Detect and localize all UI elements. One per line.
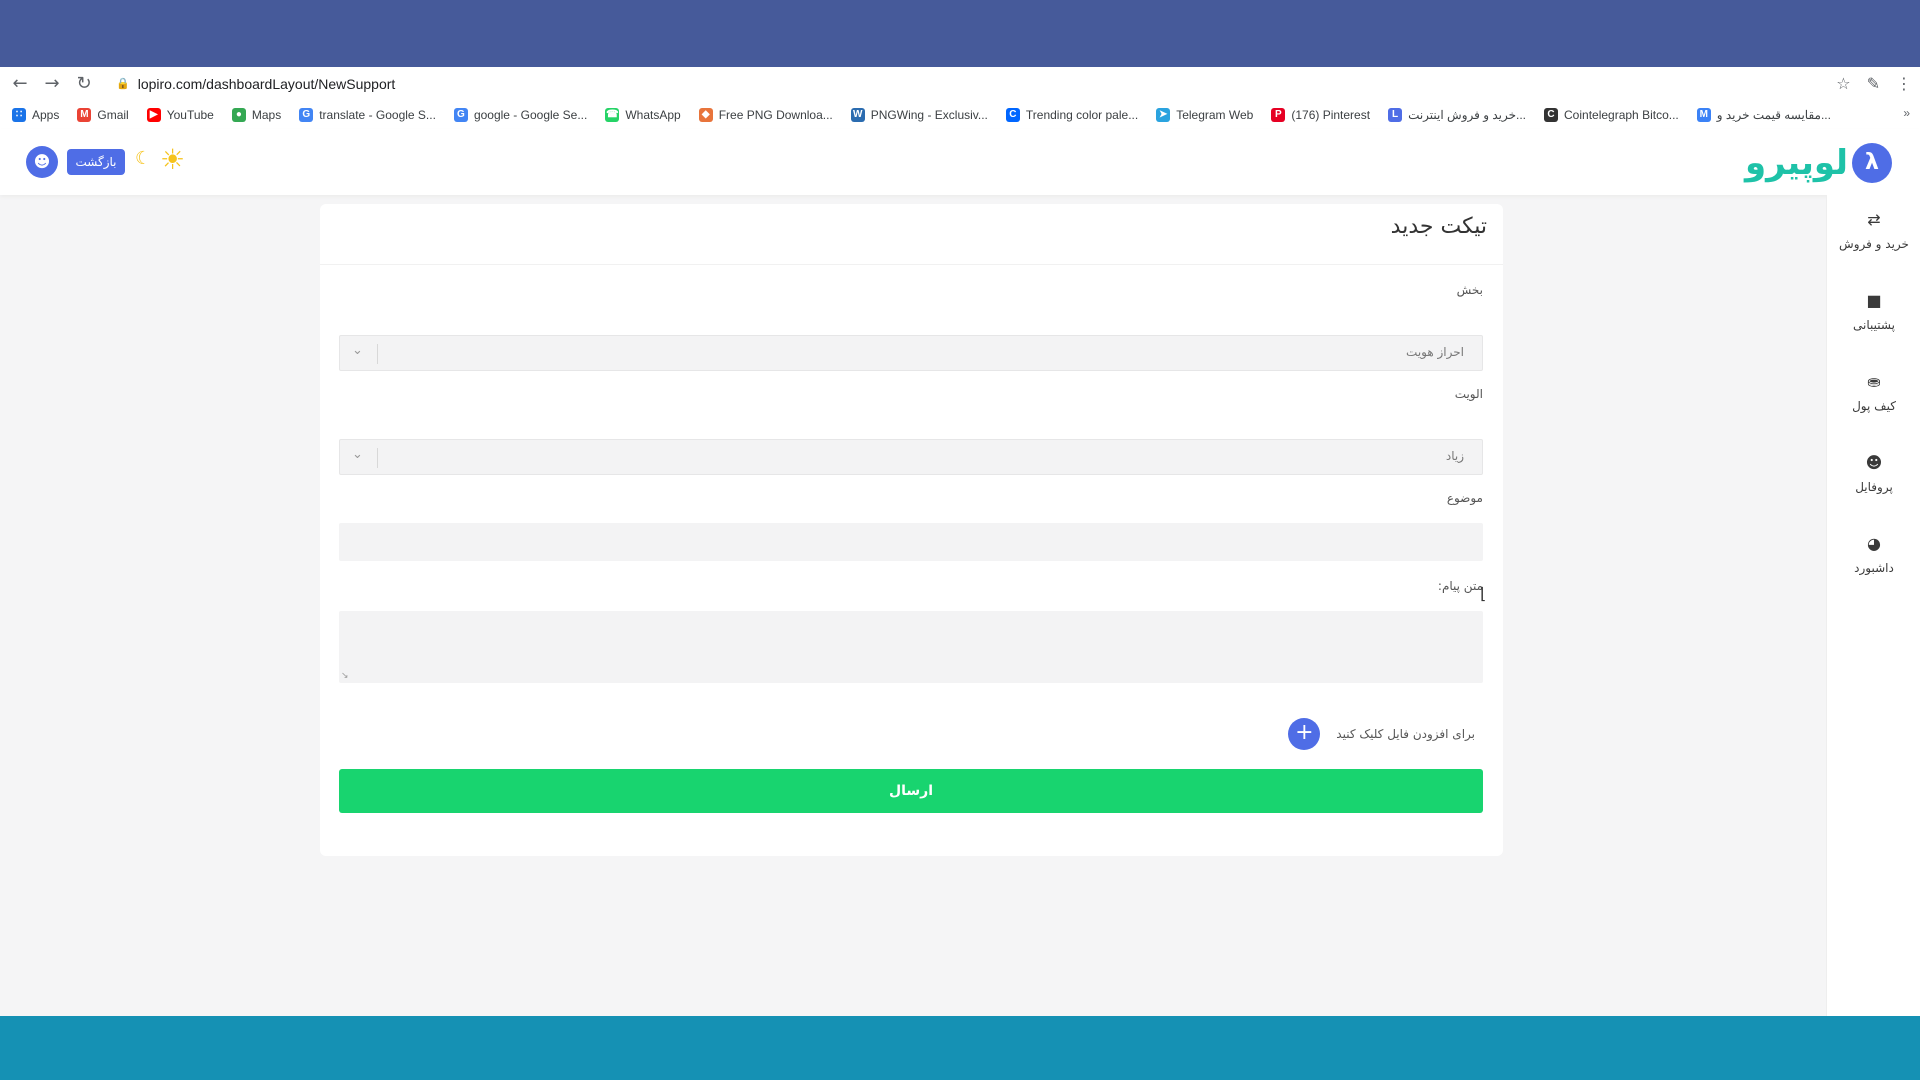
attach-file[interactable]: برای افزودن فایل کلیک کنید + — [1288, 718, 1475, 750]
message-textarea[interactable]: ↘ — [339, 611, 1483, 683]
pinterest-icon: P — [1271, 107, 1286, 122]
priority-label: الویت — [1454, 387, 1483, 401]
wallet-icon: ⛂ — [1867, 372, 1881, 391]
bookmark-item[interactable]: ◆ Free PNG Downloa... — [698, 107, 833, 122]
logo-mark-icon: λ — [1852, 143, 1892, 183]
maps-icon: ● — [231, 107, 246, 122]
bookmark-item[interactable]: M مقایسه قیمت خرید و... — [1696, 107, 1831, 122]
logo-text: لوپیرو — [1744, 143, 1848, 183]
chevron-down-icon: ⌄ — [352, 447, 363, 462]
sidebar-item-wallet[interactable]: ⛂ کیف پول — [1827, 371, 1920, 431]
sun-icon[interactable]: ☀ — [160, 143, 185, 176]
address-bar-actions: ☆ ✎ ⋮ — [1836, 67, 1912, 100]
bookmark-item[interactable]: L خرید و فروش اینترنت... — [1388, 107, 1526, 122]
logo[interactable]: لوپیرو λ — [1720, 141, 1892, 185]
bookmarks-bar: ∷ Apps M Gmail ▶ YouTube ● Maps Gtranslate -… — [0, 100, 1920, 129]
sidebar: ⇄ خرید و فروش ■ پشتیبانی ⛂ کیف پول ☻ پرو… — [1826, 195, 1920, 1016]
address-bar: ← → ↻ 🔒 lopiro.com/dashboardLayout/NewSu… — [0, 67, 1920, 100]
telegram-icon: ➤ — [1156, 107, 1171, 122]
site-icon: L — [1388, 107, 1403, 122]
coolors-icon: C — [1005, 107, 1020, 122]
back-button[interactable]: بازگشت — [67, 149, 125, 175]
url-field[interactable]: 🔒 lopiro.com/dashboardLayout/NewSupport — [116, 76, 395, 92]
user-avatar-icon[interactable]: ☻ — [26, 146, 58, 178]
profile-icon: ☻ — [1865, 453, 1883, 472]
section-select-value: احراز هویت — [1406, 345, 1464, 359]
reload-icon[interactable]: ↻ — [68, 73, 100, 94]
bookmark-item[interactable]: ▶ YouTube — [146, 107, 214, 122]
bookmark-item[interactable]: C Trending color pale... — [1005, 107, 1138, 122]
google-icon: G — [453, 107, 468, 122]
dashboard-icon: ◕ — [1867, 534, 1881, 553]
bookmark-item[interactable]: C Cointelegraph Bitco... — [1544, 107, 1679, 122]
chat-icon: ■ — [1866, 291, 1882, 310]
sidebar-item-profile[interactable]: ☻ پروفایل — [1827, 452, 1920, 512]
select-separator — [377, 344, 378, 364]
subject-label: موضوع — [1446, 491, 1483, 505]
exchange-icon: ⇄ — [1867, 210, 1881, 229]
submit-button[interactable]: ارسال — [339, 769, 1483, 813]
card-divider — [320, 264, 1503, 265]
page-title: تیکت جدید — [1390, 214, 1487, 239]
lock-icon: 🔒 — [116, 78, 130, 90]
star-icon[interactable]: ☆ — [1836, 74, 1850, 93]
pngtree-icon: ◆ — [698, 107, 713, 122]
bookmark-item[interactable]: Gtranslate - Google S... — [299, 107, 436, 122]
url-text: lopiro.com/dashboardLayout/NewSupport — [137, 75, 396, 92]
google-icon: G — [299, 107, 314, 122]
back-arrow-icon[interactable]: ← — [4, 73, 36, 94]
youtube-icon: ▶ — [146, 107, 161, 122]
bookmark-item[interactable]: ● Maps — [231, 107, 281, 122]
bottom-band — [0, 1016, 1920, 1080]
select-separator — [377, 448, 378, 468]
resize-handle-icon[interactable]: ↘ — [341, 671, 349, 681]
sidebar-item-support[interactable]: ■ پشتیبانی — [1827, 290, 1920, 350]
bookmark-item[interactable]: Ggoogle - Google Se... — [453, 107, 587, 122]
gmail-icon: M — [77, 107, 92, 122]
text-cursor-icon: ⌊ — [1480, 584, 1487, 603]
apps-grid-icon: ∷ — [12, 107, 26, 122]
section-label: بخش — [1456, 283, 1483, 297]
bookmark-item[interactable]: ∷ Apps — [12, 107, 59, 122]
sidebar-item-trade[interactable]: ⇄ خرید و فروش — [1827, 209, 1920, 269]
whatsapp-icon: ☎ — [605, 107, 620, 122]
section-select[interactable]: احراز هویت ⌄ — [339, 335, 1483, 371]
bookmark-item[interactable]: ☎ WhatsApp — [605, 107, 681, 122]
top-band — [0, 0, 1920, 67]
forward-arrow-icon[interactable]: → — [36, 73, 68, 94]
bookmark-item[interactable]: ➤ Telegram Web — [1156, 107, 1253, 122]
message-label: متن پیام: — [1437, 579, 1483, 593]
new-ticket-card: تیکت جدید بخش احراز هویت ⌄ الویت زیاد ⌄ … — [320, 204, 1503, 856]
pngwing-icon: W — [850, 107, 865, 122]
browser-window: ← → ↻ 🔒 lopiro.com/dashboardLayout/NewSu… — [0, 67, 1920, 1016]
subject-input[interactable] — [339, 523, 1483, 561]
menu-dots-icon[interactable]: ⋮ — [1896, 74, 1912, 93]
add-file-plus-icon[interactable]: + — [1288, 718, 1321, 750]
bookmarks-overflow-icon[interactable]: » — [1903, 106, 1910, 120]
chevron-down-icon: ⌄ — [352, 343, 363, 358]
bookmark-item[interactable]: M Gmail — [77, 107, 129, 122]
mb-icon: M — [1696, 107, 1711, 122]
bookmark-item[interactable]: P (176) Pinterest — [1271, 107, 1370, 122]
cointelegraph-icon: C — [1544, 107, 1559, 122]
moon-icon[interactable]: ☾ — [135, 148, 151, 169]
app-header: ☻ بازگشت ☾ ☀ لوپیرو λ — [0, 129, 1920, 195]
extension-icon[interactable]: ✎ — [1867, 74, 1880, 93]
priority-select-value: زیاد — [1445, 449, 1464, 463]
bookmark-item[interactable]: W PNGWing - Exclusiv... — [850, 107, 988, 122]
priority-select[interactable]: زیاد ⌄ — [339, 439, 1483, 475]
attach-file-label: برای افزودن فایل کلیک کنید — [1336, 727, 1475, 741]
sidebar-item-dashboard[interactable]: ◕ داشبورد — [1827, 533, 1920, 593]
